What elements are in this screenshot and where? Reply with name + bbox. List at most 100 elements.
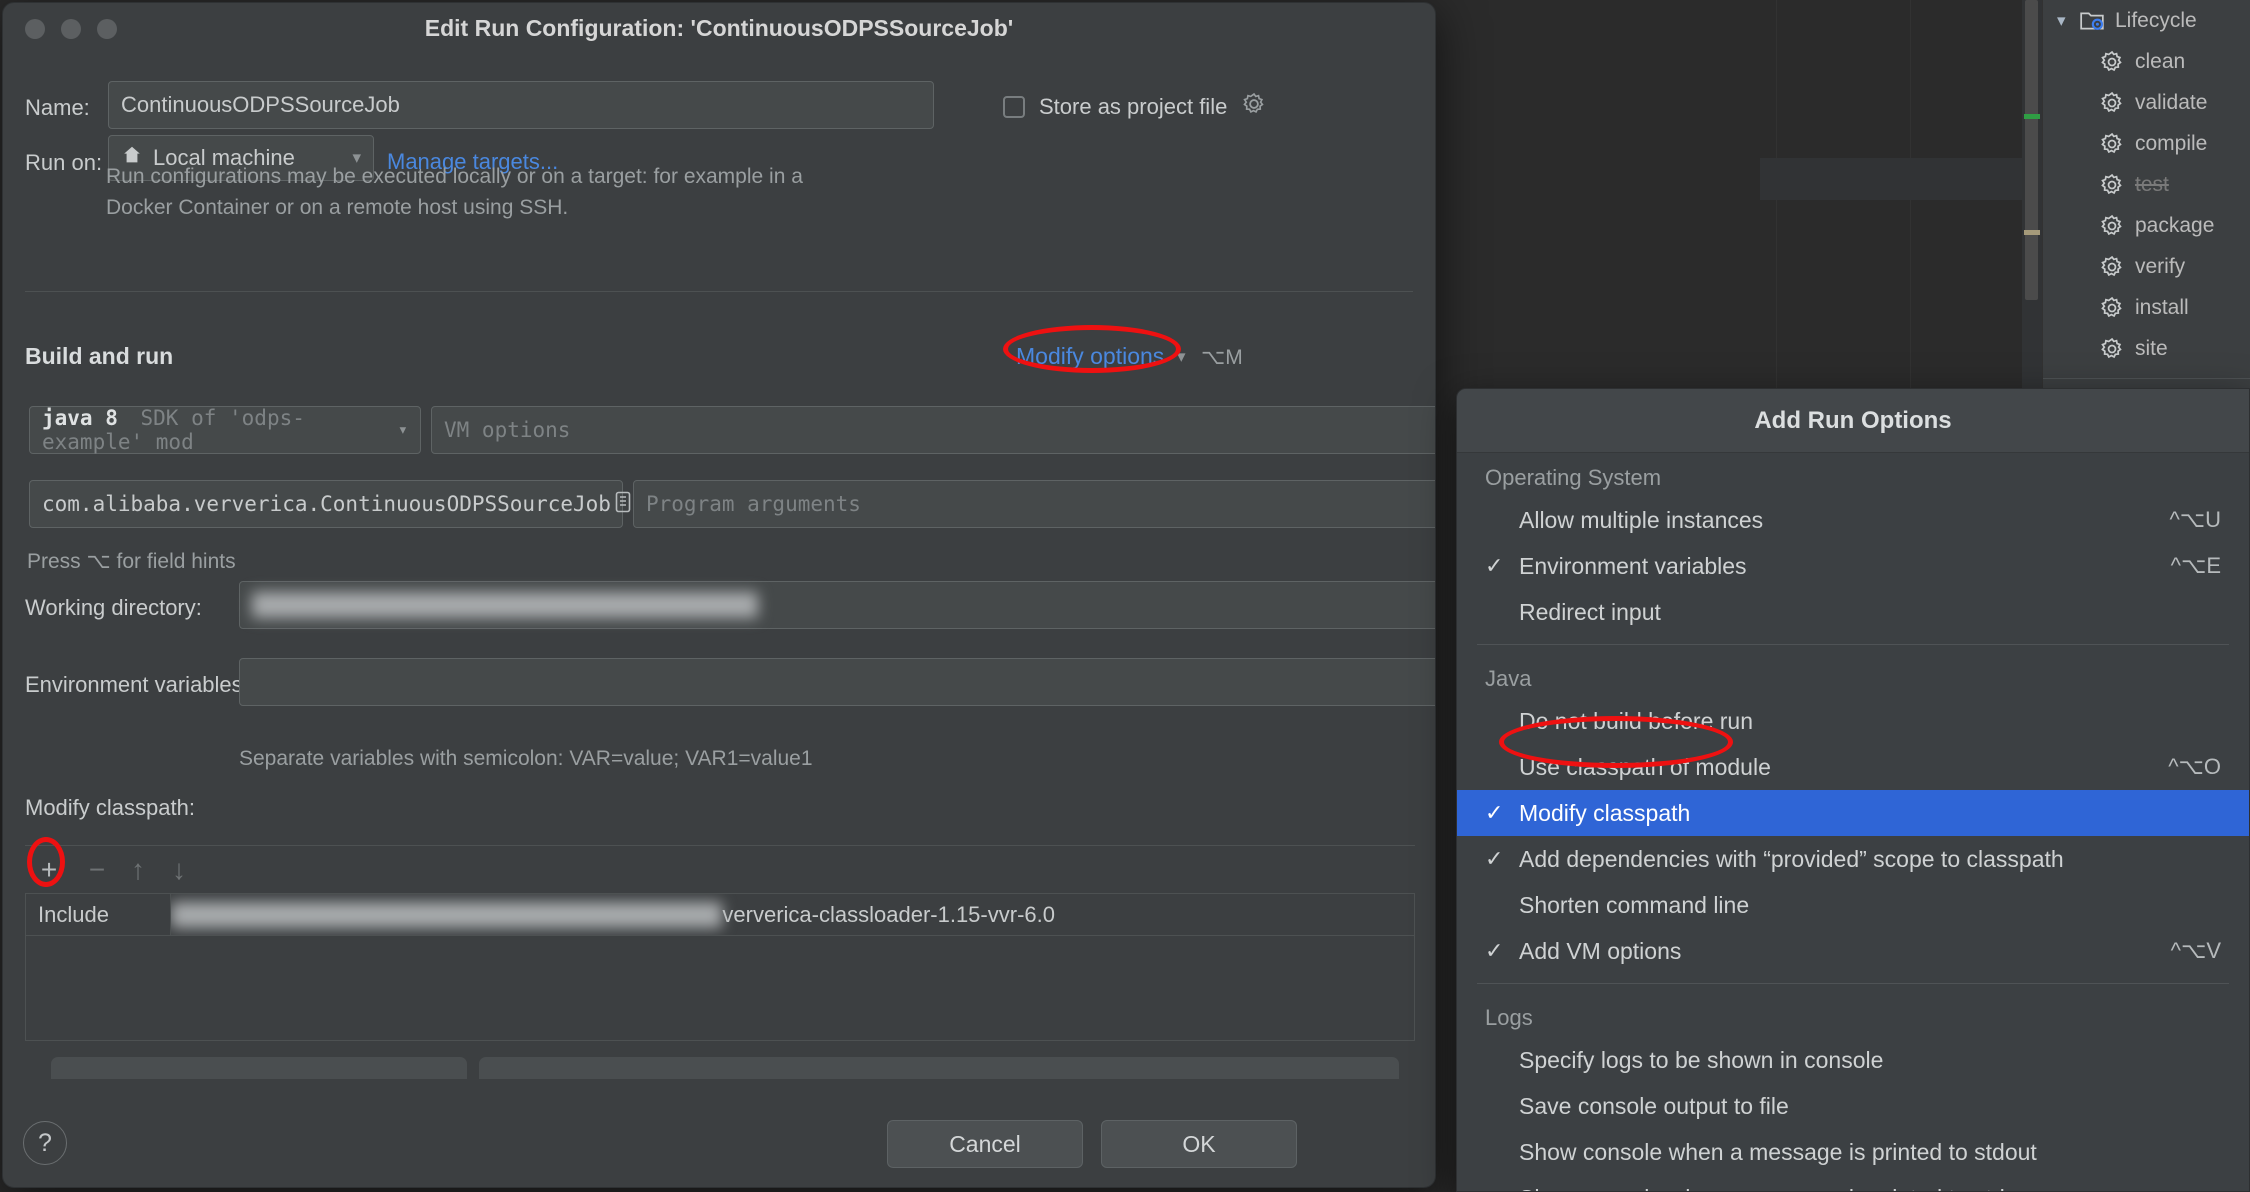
- working-directory-input[interactable]: /Users/ververica/Documents/Projects/odps…: [239, 581, 1435, 629]
- menu-item-label: Use classpath of module: [1519, 753, 1771, 780]
- maven-goal-package[interactable]: package: [2043, 205, 2250, 246]
- classpath-toolbar: + − ↑ ↓: [25, 845, 1415, 891]
- gear-icon: [2099, 172, 2125, 198]
- add-classpath-button[interactable]: +: [31, 852, 67, 888]
- vm-options-input[interactable]: VM options: [431, 406, 1435, 454]
- menu-item-label: Show console when a message is printed t…: [1519, 1185, 2221, 1192]
- menu-item-allow-multiple-instances[interactable]: Allow multiple instances ^⌥U: [1457, 497, 2249, 543]
- menu-item-do-not-build-before-run[interactable]: Do not build before run: [1457, 698, 2249, 744]
- gear-icon: [2099, 131, 2125, 157]
- chevron-down-icon[interactable]: ▾: [398, 420, 408, 440]
- store-as-project-file-checkbox[interactable]: [1003, 95, 1025, 118]
- vm-options-placeholder: VM options: [444, 418, 571, 442]
- maven-goal-clean[interactable]: clean: [2043, 41, 2250, 82]
- gear-icon: [2099, 254, 2125, 280]
- ok-button[interactable]: OK: [1101, 1120, 1297, 1168]
- modify-options-link[interactable]: Modify options: [1016, 343, 1164, 370]
- maven-goal-label: package: [2135, 213, 2215, 237]
- gear-icon: [2099, 295, 2125, 321]
- menu-item-label: Save console output to file: [1519, 1092, 1789, 1119]
- remove-classpath-button: −: [88, 854, 106, 885]
- menu-item-use-classpath-of-module[interactable]: Use classpath of module ^⌥O: [1457, 744, 2249, 790]
- working-directory-value: /Users/ververica/Documents/Projects/odps…: [252, 592, 759, 618]
- maven-goal-test[interactable]: test: [2043, 164, 2250, 205]
- maven-goal-compile[interactable]: compile: [2043, 123, 2250, 164]
- menu-group-label: Java: [1485, 666, 1532, 691]
- browse-class-icon[interactable]: [611, 490, 635, 519]
- classpath-table[interactable]: Include /Users/ververica/Documents/Proje…: [25, 893, 1415, 1041]
- menu-item-label: Redirect input: [1519, 598, 1661, 625]
- menu-item-specify-logs-to-be-shown-in-console[interactable]: Specify logs to be shown in console: [1457, 1037, 2249, 1083]
- maven-goal-verify[interactable]: verify: [2043, 246, 2250, 287]
- dialog-titlebar: Edit Run Configuration: 'ContinuousODPSS…: [3, 3, 1435, 59]
- divider: [25, 291, 1413, 292]
- menu-separator: [1477, 644, 2229, 645]
- program-arguments-input[interactable]: Program arguments: [633, 480, 1435, 528]
- menu-item-show-console-when-a-message-is-printed-to-stderr[interactable]: Show console when a message is printed t…: [1457, 1175, 2249, 1192]
- bottom-tab-strip[interactable]: [51, 1057, 1399, 1079]
- maven-goal-site[interactable]: site: [2043, 328, 2250, 369]
- move-up-button: ↑: [131, 854, 145, 885]
- maven-goal-label: compile: [2135, 131, 2208, 155]
- menu-item-add-vm-options[interactable]: ✓ Add VM options ^⌥V: [1457, 928, 2249, 974]
- menu-item-label: Environment variables: [1519, 552, 1747, 579]
- menu-item-save-console-output-to-file[interactable]: Save console output to file: [1457, 1083, 2249, 1129]
- maven-goal-label: install: [2135, 295, 2189, 319]
- screen: ▾ Lifecycle clean validate compile test pack…: [0, 0, 2250, 1192]
- main-class-input[interactable]: com.alibaba.ververica.ContinuousODPSSour…: [29, 480, 631, 528]
- gear-icon: [2099, 49, 2125, 75]
- name-input[interactable]: ContinuousODPSSourceJob: [108, 81, 934, 129]
- tab-chunk-right[interactable]: [479, 1057, 1399, 1079]
- menu-item-label: Modify classpath: [1519, 799, 1691, 826]
- menu-item-modify-classpath[interactable]: ✓ Modify classpath: [1457, 790, 2249, 836]
- menu-group-label: Operating System: [1485, 465, 1662, 490]
- maven-goal-label: site: [2135, 336, 2168, 360]
- classpath-path-blurred: /Users/ververica/Documents/Projects/odps…: [171, 901, 723, 928]
- name-label: Name:: [25, 95, 90, 120]
- check-icon: ✓: [1485, 553, 1504, 578]
- popup-title: Add Run Options: [1457, 389, 2249, 453]
- environment-variables-label: Environment variables:: [25, 672, 249, 697]
- edit-run-configuration-dialog: Edit Run Configuration: 'ContinuousODPSS…: [2, 2, 1436, 1188]
- gear-icon[interactable]: [1241, 91, 1267, 122]
- menu-item-label: Show console when a message is printed t…: [1519, 1138, 2037, 1165]
- maven-lifecycle-root[interactable]: ▾ Lifecycle: [2043, 0, 2250, 41]
- maven-lifecycle-label: Lifecycle: [2115, 8, 2197, 32]
- store-as-project-file-row[interactable]: Store as project file: [1003, 91, 1267, 122]
- menu-item-add-dependencies-with-provided-scope-to-classpath[interactable]: ✓ Add dependencies with “provided” scope …: [1457, 836, 2249, 882]
- maven-goal-validate[interactable]: validate: [2043, 82, 2250, 123]
- menu-item-label: Specify logs to be shown in console: [1519, 1046, 1884, 1073]
- menu-item-label: Do not build before run: [1519, 707, 1753, 734]
- maven-goal-label: verify: [2135, 254, 2186, 278]
- gear-icon: [2099, 90, 2125, 116]
- classpath-path-visible: ververica-classloader-1.15-vvr-6.0: [722, 901, 1055, 927]
- move-down-button: ↓: [172, 854, 186, 885]
- field-hints-text: Press ⌥ for field hints: [27, 550, 236, 573]
- check-icon: ✓: [1485, 846, 1504, 871]
- gear-icon: [2099, 213, 2125, 239]
- modify-options-shortcut: ⌥M: [1201, 346, 1243, 369]
- menu-item-environment-variables[interactable]: ✓ Environment variables ^⌥E: [1457, 543, 2249, 589]
- jre-sdk-dropdown[interactable]: java 8 SDK of 'odps-example' mod ▾: [29, 406, 421, 454]
- chevron-down-icon[interactable]: ▾: [2057, 11, 2079, 31]
- store-as-project-file-label: Store as project file: [1039, 93, 1228, 119]
- gear-icon: [2099, 336, 2125, 362]
- menu-separator: [1477, 983, 2229, 984]
- tab-chunk-left[interactable]: [51, 1057, 467, 1079]
- maven-goal-install[interactable]: install: [2043, 287, 2250, 328]
- environment-variables-input[interactable]: [239, 658, 1435, 706]
- target-hint-text: Run configurations may be executed local…: [106, 165, 803, 219]
- working-directory-label: Working directory:: [25, 595, 202, 620]
- build-and-run-title: Build and run: [25, 343, 174, 369]
- scrollbar-marker-warning: [2024, 230, 2040, 235]
- help-button[interactable]: ?: [23, 1121, 67, 1165]
- menu-item-label: Add dependencies with “provided” scope t…: [1519, 845, 2064, 872]
- run-on-label: Run on:: [25, 150, 103, 175]
- menu-item-redirect-input[interactable]: Redirect input: [1457, 589, 2249, 635]
- table-row[interactable]: Include /Users/ververica/Documents/Proje…: [26, 894, 1414, 936]
- cancel-button[interactable]: Cancel: [887, 1120, 1083, 1168]
- menu-item-shorten-command-line[interactable]: Shorten command line: [1457, 882, 2249, 928]
- chevron-down-icon[interactable]: ▾: [1177, 347, 1186, 367]
- menu-item-show-console-when-a-message-is-printed-to-stdout[interactable]: Show console when a message is printed t…: [1457, 1129, 2249, 1175]
- menu-group-label: Logs: [1485, 1005, 1533, 1030]
